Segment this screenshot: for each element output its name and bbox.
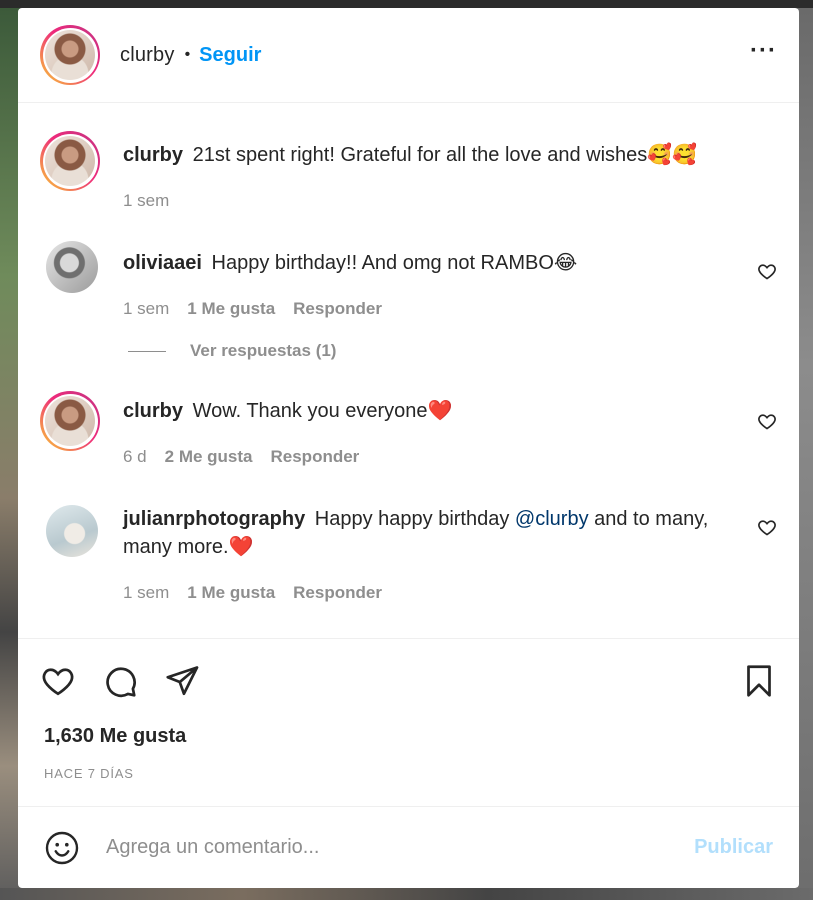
mention-link[interactable]: @clurby [515,508,589,530]
follow-button[interactable]: Seguir [199,44,261,67]
likes-count[interactable]: 1,630 Me gusta [18,725,799,748]
post-actions [18,638,799,723]
replies-divider [128,350,166,352]
top-strip [0,0,813,8]
comment-username[interactable]: clurby [123,144,183,166]
avatar[interactable] [40,131,100,191]
comment-time[interactable]: 1 sem [123,583,169,603]
list-item: julianrphotography Happy happy birthday … [18,505,799,603]
post-modal: clurby • Seguir ··· clurby 21st spent ri… [18,8,799,888]
comment-username[interactable]: julianrphotography [123,508,305,530]
comment-username[interactable]: clurby [123,400,183,422]
comment-username[interactable]: oliviaaei [123,252,202,274]
left-photo-edge [0,8,20,900]
comment-input[interactable] [106,836,695,859]
comment-time[interactable]: 1 sem [123,191,169,211]
view-replies-button[interactable]: Ver respuestas (1) [128,341,799,361]
like-comment-heart-icon[interactable] [757,261,777,281]
comment-likes[interactable]: 2 Me gusta [165,447,253,467]
avatar[interactable] [46,505,98,557]
comments-list[interactable]: clurby 21st spent right! Grateful for al… [18,103,799,638]
comment-text-before: Happy happy birthday [314,508,515,530]
reply-button[interactable]: Responder [293,299,382,319]
author-username[interactable]: clurby [120,44,175,67]
comment-likes[interactable]: 1 Me gusta [187,583,275,603]
comment-time[interactable]: 6 d [123,447,147,467]
comment-likes[interactable]: 1 Me gusta [187,299,275,319]
list-item: clurby Wow. Thank you everyone❤️ 6 d 2 M… [18,391,799,467]
post-time[interactable]: HACE 7 DÍAS [18,766,799,781]
reply-button[interactable]: Responder [293,583,382,603]
save-icon[interactable] [741,663,777,699]
share-icon[interactable] [164,663,200,699]
list-item: oliviaaei Happy birthday!! And omg not R… [18,241,799,319]
comment-text: Wow. Thank you everyone❤️ [192,400,453,422]
like-comment-heart-icon[interactable] [757,411,777,431]
caption: clurby 21st spent right! Grateful for al… [18,131,799,211]
heart-icon[interactable] [40,663,76,699]
comment-time[interactable]: 1 sem [123,299,169,319]
like-comment-heart-icon[interactable] [757,517,777,537]
publish-button[interactable]: Publicar [694,836,773,859]
comment-text: Happy birthday!! And omg not RAMBO😂 [211,252,578,274]
comment-composer: Publicar [18,806,799,888]
bottom-photo-edge [0,888,813,900]
separator-dot: • [184,46,191,63]
right-photo-edge [797,8,813,900]
emoji-icon[interactable] [44,830,80,866]
more-options-icon[interactable]: ··· [750,39,777,71]
avatar[interactable] [40,391,100,451]
avatar[interactable] [46,241,98,293]
view-replies-label[interactable]: Ver respuestas (1) [190,341,336,361]
reply-button[interactable]: Responder [271,447,360,467]
comment-text: 21st spent right! Grateful for all the l… [192,144,698,166]
post-header: clurby • Seguir ··· [18,8,799,103]
author-avatar[interactable] [40,25,100,85]
comment-icon[interactable] [102,663,138,699]
